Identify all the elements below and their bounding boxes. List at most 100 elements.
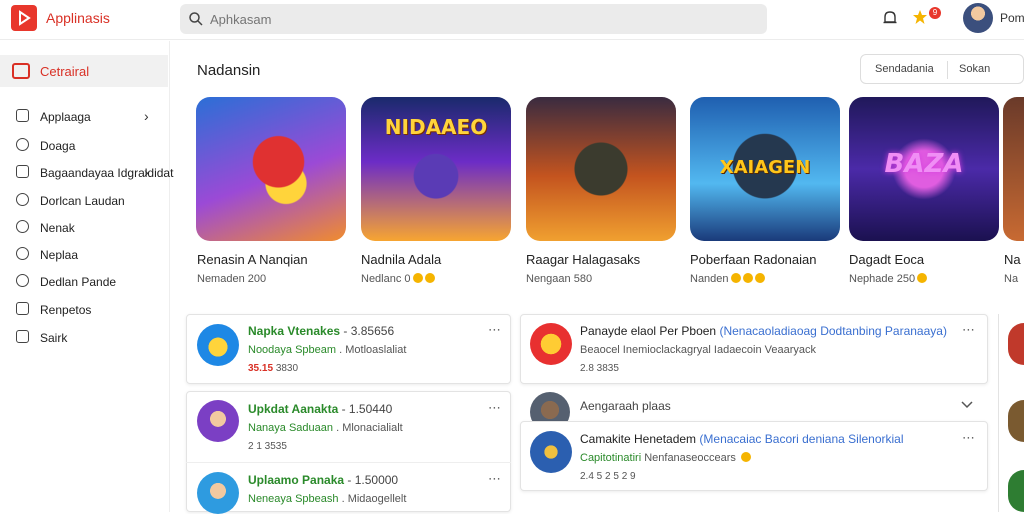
featured-name-6[interactable]: Na xyxy=(1004,252,1021,267)
folder-icon xyxy=(16,165,29,178)
featured-meta-4: Nanden xyxy=(690,273,765,285)
app-thumbnail[interactable] xyxy=(197,324,239,366)
coin-icon xyxy=(917,273,928,283)
cloud-icon xyxy=(16,193,29,206)
title-blue: (Nenacaoladiaoag Dodtanbing Paranaaya) xyxy=(719,324,947,338)
more-icon[interactable]: ⋯ xyxy=(962,430,976,446)
sidebar-item-applaaga[interactable]: Applaaga › xyxy=(0,104,168,130)
group-header-title[interactable]: Aengaraah plaas xyxy=(580,399,671,413)
title-blue: (Menacaiac Bacori deniana Silenorkial xyxy=(699,432,904,446)
search-input[interactable] xyxy=(210,9,750,29)
sidebar-item-label: Renpetos xyxy=(40,303,92,317)
meta-text: Nephade 250 xyxy=(849,273,916,285)
segment-divider xyxy=(947,61,948,79)
sidebar-item-doaga[interactable]: Doaga xyxy=(0,133,168,159)
sidebar: Cetrairal Applaaga › Doaga Bagaandayaa I… xyxy=(0,41,173,512)
more-icon[interactable]: ⋯ xyxy=(488,322,502,338)
app-thumbnail[interactable] xyxy=(1008,323,1024,365)
sidebar-item-neplaa[interactable]: Neplaa xyxy=(0,242,168,268)
list-item-subtitle: Neneaya Spbeash . Midaogellelt xyxy=(248,493,406,505)
list-item-stat: 2.8 3835 xyxy=(580,363,619,374)
search-icon xyxy=(189,12,203,26)
list-item-title[interactable]: Napka Vtenakes - 3.85656 xyxy=(248,324,394,338)
featured-art-1[interactable] xyxy=(196,97,346,241)
subtitle-text: . Motloaslaliat xyxy=(339,344,407,356)
featured-art-3[interactable] xyxy=(526,97,676,241)
list-item-title[interactable]: Camakite Henetadem (Menacaiac Bacori den… xyxy=(580,432,904,446)
app-thumbnail[interactable] xyxy=(1008,400,1024,442)
more-icon[interactable]: ⋯ xyxy=(488,471,502,487)
circle-icon xyxy=(16,138,29,151)
sidebar-item-label: Neplaa xyxy=(40,248,79,262)
coin-icon xyxy=(424,273,435,283)
title-text: Panayde elaol Per Pboen xyxy=(580,324,717,338)
title-text: Upkdat Aanakta xyxy=(248,402,339,416)
app-thumbnail[interactable] xyxy=(530,323,572,365)
chevron-down-icon[interactable] xyxy=(961,400,973,410)
featured-art-4[interactable]: XAIAGEN xyxy=(690,97,840,241)
sidebar-item-sairk[interactable]: Sairk xyxy=(0,325,168,351)
more-icon[interactable]: ⋯ xyxy=(488,400,502,416)
list-item-subtitle: Nanaya Saduaan . Mlonacialialt xyxy=(248,422,403,434)
chevron-right-icon: › xyxy=(144,164,149,180)
sidebar-item-label: Doaga xyxy=(40,139,76,153)
featured-name-3[interactable]: Raagar Halagasaks xyxy=(526,252,640,267)
sidebar-item-bagaandayaa[interactable]: Bagaandayaa Idgraldidat › xyxy=(0,160,173,186)
sidebar-item-dorlcan[interactable]: Dorlcan Laudan xyxy=(0,188,168,214)
info-icon xyxy=(16,220,29,233)
subtitle-text: Nenfanaseoccears xyxy=(644,452,736,464)
category-icon xyxy=(12,63,30,79)
featured-meta-2: Nedlanc 0 xyxy=(361,273,435,285)
list-item-title[interactable]: Panayde elaol Per Pboen (Nenacaoladiaoag… xyxy=(580,324,947,338)
stat-text: 3830 xyxy=(275,363,299,374)
featured-art-2[interactable]: NIDAAEO xyxy=(361,97,511,241)
notification-badge: 9 xyxy=(929,7,941,19)
sidebar-item-label: Sairk xyxy=(40,331,68,345)
meta-text: Nedlanc 0 xyxy=(361,273,411,285)
list-item-title[interactable]: Uplaamo Panaka - 1.50000 xyxy=(248,473,398,487)
subtitle-green: Noodaya Spbeam xyxy=(248,344,337,356)
sidebar-item-renpetos[interactable]: Renpetos xyxy=(0,297,168,323)
section-title: Nadansin xyxy=(197,62,261,79)
featured-art-6[interactable] xyxy=(1003,97,1024,241)
featured-name-4[interactable]: Poberfaan Radonaian xyxy=(690,252,817,267)
coin-icon xyxy=(412,273,423,283)
sidebar-category-header[interactable]: Cetrairal xyxy=(0,55,168,87)
list-item-title[interactable]: Upkdat Aanakta - 1.50440 xyxy=(248,402,392,416)
avatar[interactable] xyxy=(963,3,993,33)
segment-option-1[interactable]: Sendadania xyxy=(875,63,934,75)
star-icon[interactable] xyxy=(912,9,928,25)
app-thumbnail[interactable] xyxy=(530,431,572,473)
link-icon xyxy=(16,302,29,315)
sidebar-item-label: Nenak xyxy=(40,221,75,235)
featured-name-2[interactable]: Nadnila Adala xyxy=(361,252,441,267)
meta-text: Nanden xyxy=(690,273,729,285)
sidebar-item-nenak[interactable]: Nenak xyxy=(0,215,168,241)
coin-icon xyxy=(730,273,741,283)
segment-option-2[interactable]: Sokan xyxy=(959,63,990,75)
art-text: BAZA xyxy=(884,149,964,179)
featured-meta-6: Na xyxy=(1004,273,1019,285)
featured-name-5[interactable]: Dagadt Eoca xyxy=(849,252,924,267)
list-item-subtitle: Noodaya Spbeam . Motloaslaliat xyxy=(248,344,406,356)
featured-art-5[interactable]: BAZA xyxy=(849,97,999,241)
art-text: NIDAAEO xyxy=(384,115,488,139)
app-thumbnail[interactable] xyxy=(1008,470,1024,512)
search-bar[interactable] xyxy=(180,4,767,34)
featured-name-1[interactable]: Renasin A Nanqian xyxy=(197,252,308,267)
more-icon[interactable]: ⋯ xyxy=(962,322,976,338)
user-name[interactable]: Pomni xyxy=(1000,11,1024,25)
title-text: Napka Vtenakes xyxy=(248,324,341,338)
bell-icon[interactable] xyxy=(882,9,898,27)
segmented-control: Sendadania Sokan xyxy=(860,54,1024,84)
logo-icon[interactable] xyxy=(11,5,37,31)
featured-meta-3: Nengaan 580 xyxy=(526,273,593,285)
app-thumbnail[interactable] xyxy=(197,400,239,442)
sidebar-item-dedlan[interactable]: Dedlan Pande xyxy=(0,269,168,295)
app-thumbnail[interactable] xyxy=(197,472,239,514)
title-extra: - 1.50440 xyxy=(341,402,393,416)
sidebar-item-label: Applaaga xyxy=(40,110,91,124)
coin-icon xyxy=(742,273,753,283)
sidebar-category-label: Cetrairal xyxy=(40,64,90,79)
title-text: Uplaamo Panaka xyxy=(248,473,345,487)
